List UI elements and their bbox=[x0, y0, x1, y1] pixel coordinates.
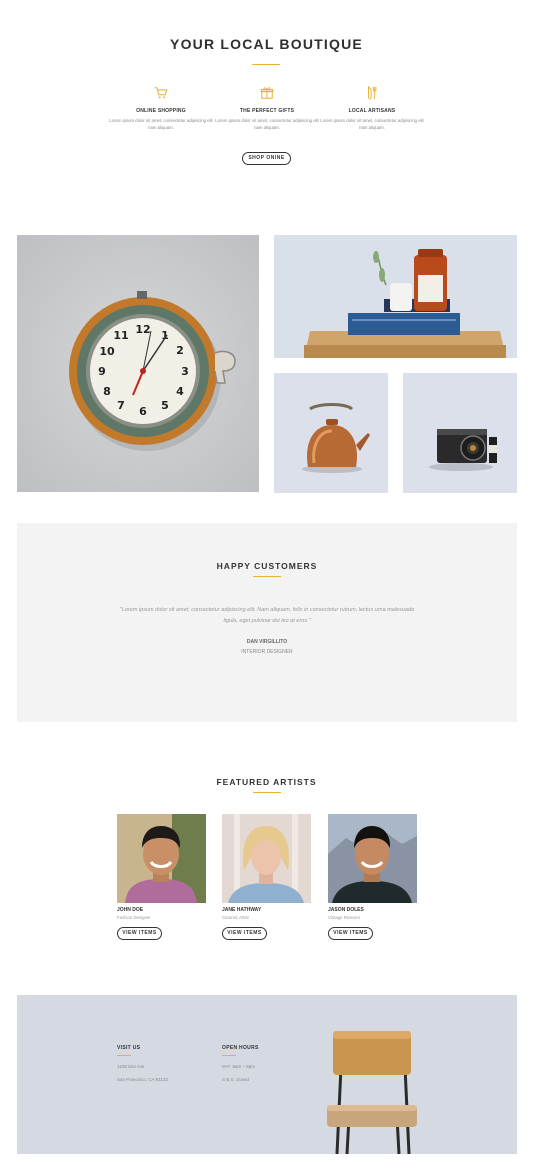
svg-text:12: 12 bbox=[135, 323, 150, 336]
footer-accent-line bbox=[117, 1055, 131, 1056]
feature-perfect-gifts: THE PERFECT GIFTS Lorem ipsum dolor sit … bbox=[215, 86, 319, 131]
svg-text:3: 3 bbox=[181, 365, 189, 378]
tools-icon bbox=[368, 86, 377, 100]
wall-clock-photo: 12 1 2 3 45 6 78 9 10 11 bbox=[17, 235, 259, 492]
page-title: YOUR LOCAL BOUTIQUE bbox=[170, 36, 363, 52]
section-title: HAPPY CUSTOMERS bbox=[216, 561, 318, 571]
copper-kettle-photo bbox=[274, 373, 388, 493]
testimonial-role: INTERIOR DESIGNER bbox=[241, 649, 293, 655]
avatar bbox=[222, 814, 311, 903]
hours-line: M-F: 8am – 8pm bbox=[222, 1064, 256, 1069]
feature-online-shopping: ONLINE SHOPPING Lorem ipsum dolor sit am… bbox=[109, 86, 213, 131]
artist-role: Vintage Restorer bbox=[328, 915, 361, 920]
artist-name: JANE HATHWAY bbox=[222, 907, 262, 913]
svg-text:2: 2 bbox=[176, 344, 184, 357]
shop-online-button[interactable]: SHOP ONINE bbox=[242, 152, 291, 165]
jar-on-books-photo bbox=[274, 235, 517, 358]
svg-text:10: 10 bbox=[99, 345, 115, 358]
svg-text:7: 7 bbox=[117, 399, 125, 412]
testimonial-section: HAPPY CUSTOMERS "Lorem ipsum dolor sit a… bbox=[17, 523, 517, 722]
footer-section: VISIT US 1235 Divi Ave San Francisco, CA… bbox=[17, 995, 517, 1154]
feature-text: Lorem ipsum dolor sit amet, consectetur … bbox=[109, 118, 213, 130]
section-accent-line bbox=[253, 792, 281, 793]
svg-text:1: 1 bbox=[161, 329, 169, 342]
svg-text:9: 9 bbox=[98, 365, 106, 378]
address-line: San Francisco, CA 93132 bbox=[117, 1077, 169, 1082]
vintage-camera-photo bbox=[403, 373, 517, 493]
testimonial-name: DAN VIRGILLITO bbox=[246, 639, 288, 645]
cart-icon bbox=[154, 87, 168, 99]
artist-card: JOHN DOE Fashion Designer VIEW ITEMS bbox=[117, 814, 206, 940]
feature-text: Lorem ipsum dolor sit amet, consectetur … bbox=[215, 118, 319, 130]
view-items-button[interactable]: VIEW ITEMS bbox=[222, 927, 267, 940]
feature-local-artisans: LOCAL ARTISANS Lorem ipsum dolor sit ame… bbox=[320, 86, 424, 131]
gift-icon bbox=[260, 87, 274, 99]
open-hours-heading: OPEN HOURS bbox=[222, 1045, 259, 1051]
artist-role: Ceramic Artist bbox=[222, 915, 249, 920]
footer-accent-line bbox=[222, 1055, 236, 1056]
feature-title: THE PERFECT GIFTS bbox=[239, 108, 295, 114]
feature-title: LOCAL ARTISANS bbox=[348, 108, 396, 114]
artist-role: Fashion Designer bbox=[117, 915, 151, 920]
visit-us-heading: VISIT US bbox=[117, 1045, 141, 1051]
view-items-button[interactable]: VIEW ITEMS bbox=[328, 927, 373, 940]
avatar bbox=[117, 814, 206, 903]
artist-name: JOHN DOE bbox=[117, 907, 144, 913]
title-accent-line bbox=[252, 64, 280, 65]
testimonial-quote: "Lorem ipsum dolor sit amet, consectetur… bbox=[119, 607, 415, 624]
hours-line: S & S: closed bbox=[222, 1077, 250, 1082]
artist-card: JASON DOLES Vintage Restorer VIEW ITEMS bbox=[328, 814, 417, 940]
artist-name: JASON DOLES bbox=[328, 907, 364, 913]
feature-text: Lorem ipsum dolor sit amet, consectetur … bbox=[320, 118, 424, 130]
wooden-chair-image bbox=[327, 1031, 417, 1154]
view-items-button[interactable]: VIEW ITEMS bbox=[117, 927, 162, 940]
artist-card: JANE HATHWAY Ceramic Artist VIEW ITEMS bbox=[222, 814, 311, 940]
svg-text:5: 5 bbox=[161, 399, 169, 412]
address-line: 1235 Divi Ave bbox=[117, 1064, 145, 1069]
svg-text:4: 4 bbox=[176, 385, 184, 398]
avatar bbox=[328, 814, 417, 903]
feature-title: ONLINE SHOPPING bbox=[136, 108, 186, 114]
section-accent-line bbox=[253, 576, 281, 577]
svg-text:11: 11 bbox=[113, 329, 128, 342]
svg-text:6: 6 bbox=[139, 405, 147, 418]
section-title: FEATURED ARTISTS bbox=[216, 777, 317, 787]
svg-text:8: 8 bbox=[103, 385, 111, 398]
